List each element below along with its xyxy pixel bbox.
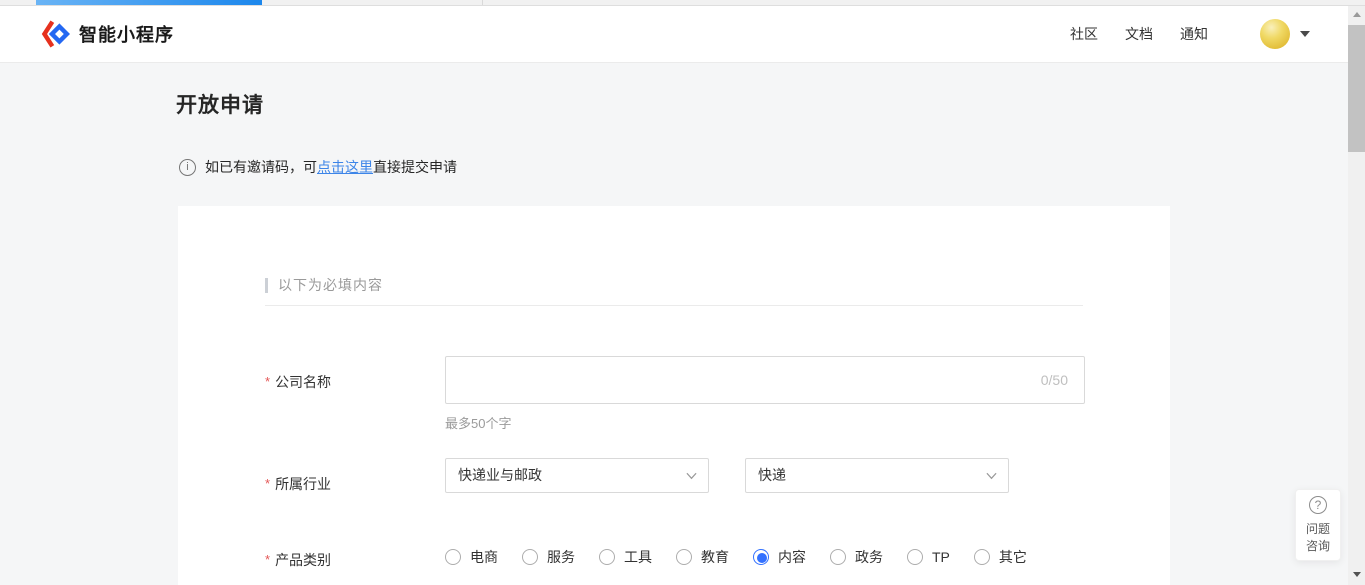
header-nav: 社区 文档 通知 (1070, 24, 1208, 44)
industry-primary-value: 快递业与邮政 (458, 467, 542, 483)
page-loading-progress-bar (36, 0, 262, 5)
scrollbar-down-icon (1353, 572, 1361, 577)
application-form-card: 以下为必填内容 * 公司名称 0/50 最多50个字 * 所属行业 快递业与邮政 快… (178, 206, 1170, 585)
radio-label: 电商 (470, 547, 498, 567)
app-header: 智能小程序 社区 文档 通知 (0, 6, 1365, 63)
company-name-input[interactable] (446, 357, 1084, 403)
browser-tab-divider (482, 0, 483, 5)
category-label-text: 产品类别 (275, 552, 331, 568)
company-name-label-text: 公司名称 (275, 374, 331, 390)
radio-option-service[interactable]: 服务 (522, 547, 575, 567)
radio-icon-checked (753, 549, 769, 565)
page-title: 开放申请 (176, 89, 264, 119)
scrollbar-down-button[interactable] (1348, 566, 1365, 583)
chevron-down-icon (986, 472, 997, 480)
radio-icon (445, 549, 461, 565)
section-title: 以下为必填内容 (278, 275, 383, 295)
scrollbar-up-button[interactable] (1348, 6, 1365, 23)
radio-option-education[interactable]: 教育 (676, 547, 729, 567)
brand-logo-icon (40, 19, 70, 49)
radio-label: TP (932, 549, 950, 565)
nav-item-community[interactable]: 社区 (1070, 24, 1098, 44)
nav-item-docs[interactable]: 文档 (1125, 24, 1153, 44)
help-label-line1: 问题 (1306, 522, 1330, 536)
industry-secondary-value: 快递 (758, 467, 786, 483)
radio-icon (830, 549, 846, 565)
radio-option-other[interactable]: 其它 (974, 547, 1027, 567)
industry-label-text: 所属行业 (275, 476, 331, 492)
vertical-scrollbar (1348, 6, 1365, 585)
radio-icon (522, 549, 538, 565)
company-name-input-wrap: 0/50 (445, 356, 1085, 404)
required-mark: * (265, 476, 270, 491)
question-icon: ? (1309, 496, 1327, 514)
chevron-down-icon (686, 472, 697, 480)
radio-option-tools[interactable]: 工具 (599, 547, 652, 567)
brand-home-link[interactable]: 智能小程序 (40, 19, 174, 49)
radio-label: 政务 (855, 547, 883, 567)
section-header: 以下为必填内容 (265, 275, 383, 295)
notice-suffix: 直接提交申请 (373, 157, 457, 177)
radio-icon (599, 549, 615, 565)
help-label-line2: 咨询 (1306, 539, 1330, 553)
radio-label: 工具 (624, 547, 652, 567)
avatar[interactable] (1260, 19, 1290, 49)
radio-option-content-selected[interactable]: 内容 (753, 547, 806, 567)
radio-icon (907, 549, 923, 565)
industry-primary-select[interactable]: 快递业与邮政 (445, 458, 709, 493)
radio-label: 教育 (701, 547, 729, 567)
category-radio-group: 电商 服务 工具 教育 内容 政务 TP 其它 (445, 547, 1051, 567)
radio-option-ecommerce[interactable]: 电商 (445, 547, 498, 567)
radio-label: 服务 (547, 547, 575, 567)
required-mark: * (265, 374, 270, 389)
radio-option-tp[interactable]: TP (907, 549, 950, 565)
notice-link[interactable]: 点击这里 (317, 157, 373, 177)
nav-item-notifications[interactable]: 通知 (1180, 24, 1208, 44)
info-icon: i (179, 159, 196, 176)
scrollbar-thumb[interactable] (1348, 25, 1365, 152)
section-marker-bar (265, 278, 268, 293)
radio-icon (676, 549, 692, 565)
company-name-hint: 最多50个字 (445, 413, 511, 432)
category-label: * 产品类别 (265, 550, 331, 570)
invite-code-notice: i 如已有邀请码，可点击这里直接提交申请 (179, 157, 457, 177)
radio-label: 其它 (999, 547, 1027, 567)
char-counter: 0/50 (1041, 372, 1068, 388)
industry-label: * 所属行业 (265, 474, 331, 494)
notice-prefix: 如已有邀请码，可 (205, 157, 317, 177)
section-divider (265, 305, 1083, 306)
industry-secondary-select[interactable]: 快递 (745, 458, 1009, 493)
scrollbar-up-icon (1353, 12, 1361, 17)
required-mark: * (265, 552, 270, 567)
help-consult-button[interactable]: ? 问题 咨询 (1295, 489, 1341, 561)
company-name-label: * 公司名称 (265, 372, 331, 392)
radio-icon (974, 549, 990, 565)
radio-option-government[interactable]: 政务 (830, 547, 883, 567)
caret-down-icon[interactable] (1300, 31, 1310, 37)
radio-label: 内容 (778, 547, 806, 567)
brand-name: 智能小程序 (79, 21, 174, 47)
help-consult-label: 问题 咨询 (1306, 521, 1330, 555)
